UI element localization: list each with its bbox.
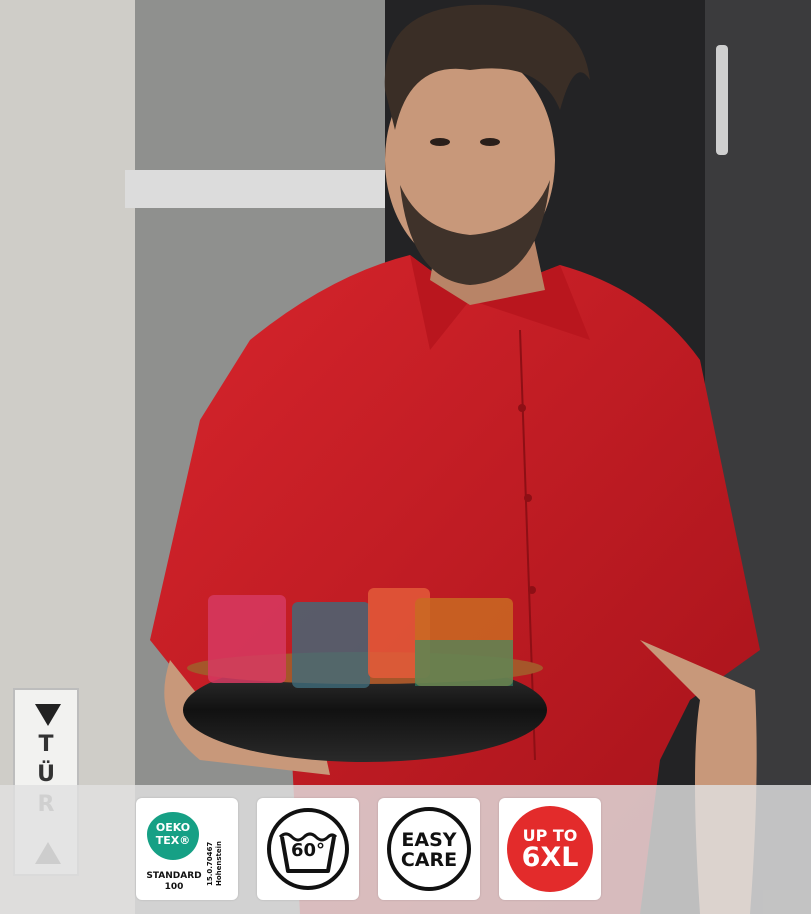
wash-temperature: 60° (290, 840, 326, 861)
easy-care-line1: EASY (401, 829, 457, 851)
photo-illustration (0, 0, 811, 914)
door-sign-letter: T (38, 732, 54, 757)
easy-care-badge: EASY CARE (378, 798, 480, 900)
oeko-tex-logo: OEKO TEX® (147, 812, 199, 860)
door-sign-letter: Ü (37, 762, 55, 787)
oeko-certificate: 15.0.70467 Hohenstein (206, 834, 224, 886)
oeko-standard-label: STANDARD (146, 871, 202, 881)
oeko-institute: Hohenstein (215, 840, 223, 886)
oeko-tex-badge: OEKO TEX® STANDARD 100 15.0.70467 Hohens… (136, 798, 238, 900)
oeko-logo-line2: TEX® (155, 834, 191, 847)
oeko-cert-number: 15.0.70467 (206, 841, 214, 886)
product-photo (0, 0, 811, 914)
easy-care-text: EASY CARE (378, 830, 480, 870)
arrow-down-icon (35, 704, 61, 726)
size-max: 6XL (521, 842, 579, 873)
oeko-standard-text: STANDARD 100 (144, 871, 204, 893)
size-range-badge: UP TO 6XL (499, 798, 601, 900)
feature-badges: OEKO TEX® STANDARD 100 15.0.70467 Hohens… (136, 798, 601, 900)
oeko-logo-line1: OEKO (155, 821, 191, 834)
easy-care-line2: CARE (400, 849, 458, 871)
wash-60-badge: 60° (257, 798, 359, 900)
oeko-standard-number: 100 (164, 882, 184, 892)
